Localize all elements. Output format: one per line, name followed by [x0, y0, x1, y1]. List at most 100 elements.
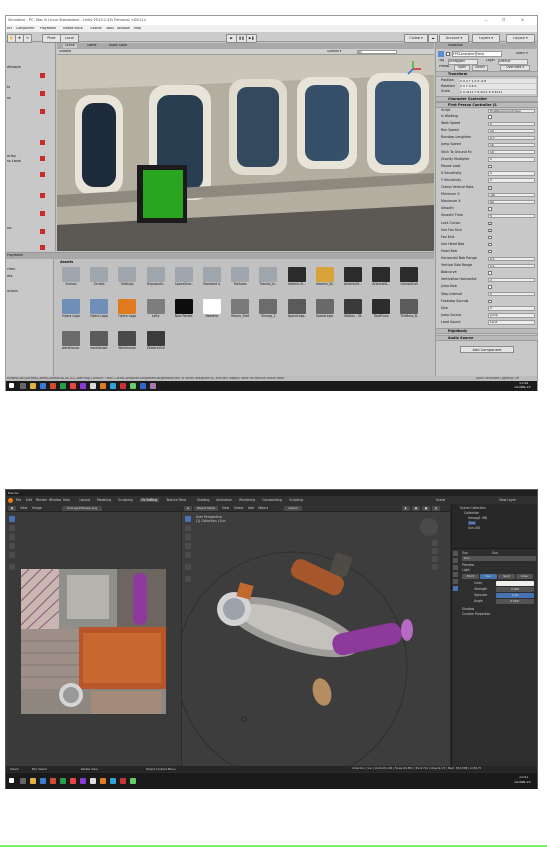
outliner-item-selected[interactable]: Sun [468, 521, 476, 525]
outliner-root[interactable]: Scene Collection [460, 506, 486, 510]
workspace-tab[interactable]: Scripting [288, 498, 305, 502]
inspector-checkbox[interactable]: ✓ [488, 186, 492, 190]
output-tab-icon[interactable] [453, 558, 458, 563]
hierarchy-item[interactable]: ne [7, 226, 12, 230]
inspector-value-field[interactable]: 2 [488, 277, 535, 283]
world-tab-icon[interactable] [453, 572, 458, 577]
app-icon[interactable] [50, 383, 56, 389]
image-selector[interactable]: Smoog1Diffuse1.png [62, 505, 102, 511]
inspector-value-field[interactable]: 10 [488, 128, 535, 134]
inspector-value-field[interactable]: 10 [488, 150, 535, 155]
inspector-value-field[interactable]: 10 [488, 142, 535, 148]
shadow-section-header[interactable]: Shadow [462, 607, 474, 611]
outliner-item[interactable]: Smoog1 OBJ [468, 516, 487, 520]
step-button[interactable]: ▶❚ [246, 33, 257, 43]
menu-window[interactable]: Window [117, 27, 130, 31]
minimize-icon[interactable]: — [484, 18, 488, 22]
inspector-value-field[interactable]: 5 [488, 213, 535, 219]
uv-menu-image[interactable]: Image [32, 506, 42, 510]
asset-item[interactable]: SpaceLega... [315, 299, 334, 318]
asset-item[interactable]: Station - St... [344, 299, 362, 318]
asset-item[interactable]: warehouse... [90, 331, 109, 350]
pivot-toggle[interactable]: Pivot [42, 33, 61, 43]
menu-mobile-input[interactable]: Mobile Input [63, 27, 83, 31]
add-component-button[interactable]: Add Component [460, 346, 514, 353]
blender-app-icon[interactable] [100, 383, 106, 389]
tab-game[interactable]: Game [87, 44, 97, 48]
workspace-tab[interactable]: Modeling [95, 498, 112, 502]
workspace-tab[interactable]: UV Editing [139, 498, 159, 502]
asset-item[interactable]: Artemis B... [287, 267, 306, 286]
asset-item[interactable]: Artemis_W... [315, 267, 334, 286]
scale-tool-icon[interactable] [9, 552, 15, 558]
maximize-icon[interactable]: ☐ [502, 18, 505, 22]
inspector-checkbox[interactable] [488, 299, 492, 304]
folder-tree-item[interactable]: ets [7, 274, 13, 278]
object-mode-dropdown[interactable]: Object Mode [194, 505, 218, 511]
scene-search-input[interactable]: All [357, 50, 397, 54]
search-icon[interactable] [20, 778, 26, 784]
browser-icon[interactable] [40, 383, 46, 389]
asset-item[interactable]: Hydra Logo... [90, 299, 109, 318]
audio-source-header[interactable]: Audio Source [436, 335, 538, 341]
hierarchy-item[interactable]: ss [7, 96, 11, 100]
angle-field[interactable]: 0.526° [496, 599, 534, 604]
menu-render[interactable]: Render [36, 498, 47, 502]
menu-component[interactable]: Component [16, 27, 35, 31]
view-layer-selector[interactable]: View Layer [499, 498, 516, 502]
folder-tree-item[interactable]: rites [7, 267, 15, 271]
asset-item[interactable]: Hydra Logo... [118, 299, 137, 318]
app-icon[interactable] [80, 778, 86, 784]
script-field[interactable]: FirstPersonController [488, 108, 535, 113]
object-tab-icon[interactable] [453, 579, 458, 584]
console-warning-text[interactable]: ended\Carl\Scripts\Cards\ControlUs(38,30… [7, 377, 367, 381]
viewport-menu-object[interactable]: Object [258, 506, 268, 510]
inspector-checkbox[interactable]: ✓ [488, 221, 492, 226]
menu-window[interactable]: Window [49, 498, 61, 502]
account-dropdown[interactable]: Account ▾ [439, 33, 469, 43]
inspector-value-field[interactable]: 2 [488, 178, 535, 183]
object-name-field[interactable]: FPSController@ship [452, 51, 502, 58]
windows-start-icon[interactable] [9, 383, 14, 388]
render-tab-icon[interactable] [453, 551, 458, 556]
inspector-checkbox[interactable] [488, 242, 492, 247]
app-icon[interactable] [110, 778, 116, 784]
workspace-tab[interactable]: Sculpting [117, 498, 134, 502]
asset-item[interactable]: Repair_Stat... [231, 299, 250, 318]
unity-app-icon[interactable] [90, 383, 96, 389]
workspace-tab[interactable]: Rendering [238, 498, 257, 502]
app-icon[interactable] [110, 383, 116, 389]
inspector-value-field[interactable]: 90 [488, 199, 535, 205]
editor-type-icon[interactable]: ▦ [8, 505, 16, 511]
layout-dropdown[interactable]: Layout ▾ [506, 33, 535, 43]
browser-icon[interactable] [40, 778, 46, 784]
search-icon[interactable] [20, 383, 26, 389]
tab-inspector[interactable]: Inspector [448, 44, 463, 48]
tab-playmaker[interactable]: PlayMaker [7, 254, 23, 258]
rotate-tool-icon[interactable]: ↻ [23, 33, 32, 43]
folder-tree-item[interactable]: utions [7, 289, 18, 293]
prefab-select-button[interactable]: Select [472, 65, 488, 71]
layers-dropdown[interactable]: Layers ▾ [472, 33, 500, 43]
asset-item[interactable]: TheBoss_B... [400, 299, 419, 318]
viewport-menu-add[interactable]: Add [248, 506, 254, 510]
strength-field[interactable]: 3.000 [496, 587, 534, 592]
collab-dropdown[interactable]: Collab ▾ [404, 33, 428, 43]
asset-item[interactable]: Settings [118, 267, 137, 286]
blender-app-icon[interactable] [100, 778, 106, 784]
transform-orientation-dropdown[interactable]: Global [284, 505, 302, 511]
asset-item[interactable]: WarehouseD... [118, 331, 137, 350]
shading-mode-dropdown[interactable]: Shaded [59, 50, 71, 54]
transform-header[interactable]: Transform [436, 71, 538, 77]
app-icon[interactable] [50, 778, 56, 784]
menu-edit[interactable]: Edit [26, 498, 32, 502]
app-icon[interactable] [130, 383, 136, 389]
inspector-value-field[interactable]: 2 [488, 157, 535, 162]
inspector-value-field[interactable]: 2 [488, 171, 535, 176]
app-icon[interactable] [140, 383, 146, 389]
overlay-icon[interactable]: ◐ [402, 505, 410, 511]
hierarchy-item[interactable]: ts [7, 85, 10, 89]
asset-item[interactable]: ZeldersVizV [146, 331, 165, 350]
close-icon[interactable]: ✕ [521, 18, 524, 22]
light-datablock-field[interactable]: Sun [462, 556, 536, 561]
